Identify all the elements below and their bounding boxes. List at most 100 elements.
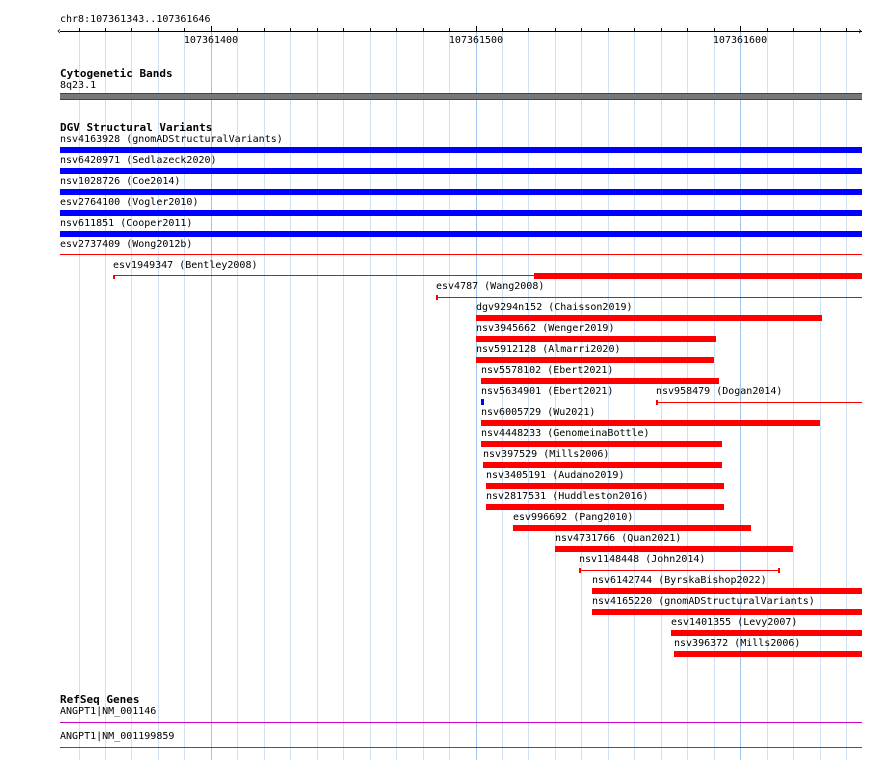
ruler-minor-tick bbox=[634, 28, 635, 31]
dgv-feature-label[interactable]: nsv4731766 (Quan2021) bbox=[555, 533, 681, 545]
ruler-minor-tick bbox=[767, 28, 768, 31]
ruler-minor-tick bbox=[105, 28, 106, 31]
ruler-tick-label: 107361600 bbox=[712, 35, 768, 46]
dgv-feature-label[interactable]: nsv6420971 (Sedlazeck2020) bbox=[60, 155, 217, 167]
ruler-minor-tick bbox=[290, 28, 291, 31]
dgv-feature-label[interactable]: esv4787 (Wang2008) bbox=[436, 281, 544, 293]
dgv-feature-label[interactable]: nsv4448233 (GenomeinaBottle) bbox=[481, 428, 650, 440]
dgv-gain-bar[interactable] bbox=[60, 147, 862, 153]
dgv-feature-label[interactable]: nsv4165220 (gnomADStructuralVariants) bbox=[592, 596, 815, 608]
dgv-feature-label[interactable]: esv996692 (Pang2010) bbox=[513, 512, 633, 524]
cytoband-label: 8q23.1 bbox=[60, 80, 97, 91]
ruler-major-tick bbox=[211, 26, 212, 32]
ruler-major-tick bbox=[740, 26, 741, 32]
dgv-end-cap bbox=[778, 568, 780, 573]
refseq-gene-label[interactable]: ANGPT1|NM_001146 bbox=[60, 706, 156, 718]
dgv-feature-label[interactable]: nsv3405191 (Audano2019) bbox=[486, 470, 624, 482]
dgv-feature-label[interactable]: nsv4163928 (gnomADStructuralVariants) bbox=[60, 134, 283, 146]
dgv-loss-bar[interactable] bbox=[481, 378, 719, 384]
dgv-loss-bar[interactable] bbox=[486, 504, 724, 510]
ruler-minor-tick bbox=[317, 28, 318, 31]
ruler-minor-tick bbox=[264, 28, 265, 31]
dgv-loss-bar[interactable] bbox=[674, 651, 862, 657]
dgv-loss-bar[interactable] bbox=[555, 546, 793, 552]
dgv-gain-bar[interactable] bbox=[60, 189, 862, 195]
dgv-loss-bar[interactable] bbox=[534, 273, 862, 279]
dgv-loss-bar[interactable] bbox=[486, 483, 724, 489]
dgv-track-title: DGV Structural Variants bbox=[60, 121, 213, 134]
ruler-minor-tick bbox=[449, 28, 450, 31]
dgv-feature-label[interactable]: nsv397529 (Mills2006) bbox=[483, 449, 609, 461]
refseq-intron-line[interactable] bbox=[60, 722, 862, 723]
dgv-loss-bar[interactable] bbox=[513, 525, 751, 531]
dgv-feature-label[interactable]: nsv2817531 (Huddleston2016) bbox=[486, 491, 649, 503]
dgv-gain-bar[interactable] bbox=[481, 399, 484, 405]
dgv-loss-bar[interactable] bbox=[476, 336, 716, 342]
ruler-major-tick bbox=[476, 26, 477, 32]
location-label: chr8:107361343..107361646 bbox=[60, 14, 211, 25]
dgv-loss-line[interactable] bbox=[656, 402, 862, 403]
dgv-feature-label[interactable]: nsv6005729 (Wu2021) bbox=[481, 407, 595, 419]
dgv-feature-label[interactable]: nsv3945662 (Wenger2019) bbox=[476, 323, 614, 335]
dgv-feature-label[interactable]: nsv396372 (Mills2006) bbox=[674, 638, 800, 650]
dgv-loss-bar[interactable] bbox=[481, 441, 722, 447]
ruler-axis bbox=[60, 31, 862, 32]
genome-browser-view: chr8:107361343..107361646 ‹ › 107361400 1… bbox=[0, 0, 890, 760]
dgv-feature-label[interactable]: esv2737409 (Wong2012b) bbox=[60, 239, 192, 251]
ruler-minor-tick bbox=[396, 28, 397, 31]
ruler-minor-tick bbox=[820, 28, 821, 31]
dgv-loss-line[interactable] bbox=[436, 297, 862, 298]
dgv-feature-label[interactable]: nsv958479 (Dogan2014) bbox=[656, 386, 782, 398]
dgv-feature-label[interactable]: esv2764100 (Vogler2010) bbox=[60, 197, 198, 209]
ruler-minor-tick bbox=[423, 28, 424, 31]
ruler-minor-tick bbox=[793, 28, 794, 31]
dgv-feature-label[interactable]: nsv6142744 (ByrskaBishop2022) bbox=[592, 575, 767, 587]
ruler-left-arrow-icon[interactable]: ‹ bbox=[56, 26, 62, 38]
dgv-loss-bar[interactable] bbox=[592, 588, 862, 594]
ruler-minor-tick bbox=[158, 28, 159, 31]
dgv-feature-label[interactable]: nsv5912128 (Almarri2020) bbox=[476, 344, 621, 356]
dgv-gain-bar[interactable] bbox=[60, 168, 862, 174]
dgv-feature-label[interactable]: nsv611851 (Cooper2011) bbox=[60, 218, 192, 230]
dgv-feature-label[interactable]: nsv1028726 (Coe2014) bbox=[60, 176, 180, 188]
ruler-minor-tick bbox=[661, 28, 662, 31]
ruler-minor-tick bbox=[846, 28, 847, 31]
dgv-feature-label[interactable]: nsv5578102 (Ebert2021) bbox=[481, 365, 613, 377]
ruler-tick-label: 107361400 bbox=[183, 35, 239, 46]
ruler-minor-tick bbox=[370, 28, 371, 31]
ruler-minor-tick bbox=[714, 28, 715, 31]
ruler-minor-tick bbox=[687, 28, 688, 31]
ruler-minor-tick bbox=[528, 28, 529, 31]
ruler-minor-tick bbox=[581, 28, 582, 31]
ruler-minor-tick bbox=[79, 28, 80, 31]
ruler-right-arrow-icon[interactable]: › bbox=[857, 26, 863, 38]
dgv-feature-label[interactable]: esv1401355 (Levy2007) bbox=[671, 617, 797, 629]
cytoband-bar[interactable] bbox=[60, 93, 862, 100]
refseq-gene-label[interactable]: ANGPT1|NM_001199859 bbox=[60, 731, 174, 743]
dgv-loss-line[interactable] bbox=[113, 275, 534, 276]
dgv-loss-line[interactable] bbox=[579, 570, 780, 571]
dgv-feature-label[interactable]: nsv1148448 (John2014) bbox=[579, 554, 705, 566]
dgv-feature-label[interactable]: esv1949347 (Bentley2008) bbox=[113, 260, 258, 272]
ruler-tick-label: 107361500 bbox=[448, 35, 504, 46]
dgv-loss-bar[interactable] bbox=[671, 630, 862, 636]
refseq-track-title: RefSeq Genes bbox=[60, 693, 140, 706]
dgv-loss-bar[interactable] bbox=[592, 609, 862, 615]
dgv-loss-bar[interactable] bbox=[476, 357, 714, 363]
dgv-feature-label[interactable]: dgv9294n152 (Chaisson2019) bbox=[476, 302, 633, 314]
ruler-minor-tick bbox=[131, 28, 132, 31]
dgv-loss-bar[interactable] bbox=[481, 420, 820, 426]
dgv-loss-line[interactable] bbox=[60, 254, 862, 255]
dgv-feature-label[interactable]: nsv5634901 (Ebert2021) bbox=[481, 386, 613, 398]
ruler-minor-tick bbox=[343, 28, 344, 31]
dgv-loss-bar[interactable] bbox=[476, 315, 822, 321]
dgv-gain-bar[interactable] bbox=[60, 231, 862, 237]
dgv-loss-bar[interactable] bbox=[483, 462, 722, 468]
ruler-minor-tick bbox=[555, 28, 556, 31]
refseq-intron-line[interactable] bbox=[60, 747, 862, 748]
dgv-gain-bar[interactable] bbox=[60, 210, 862, 216]
cytoband-track-title: Cytogenetic Bands bbox=[60, 67, 173, 80]
ruler-minor-tick bbox=[608, 28, 609, 31]
ruler-minor-tick bbox=[502, 28, 503, 31]
ruler-minor-tick bbox=[237, 28, 238, 31]
